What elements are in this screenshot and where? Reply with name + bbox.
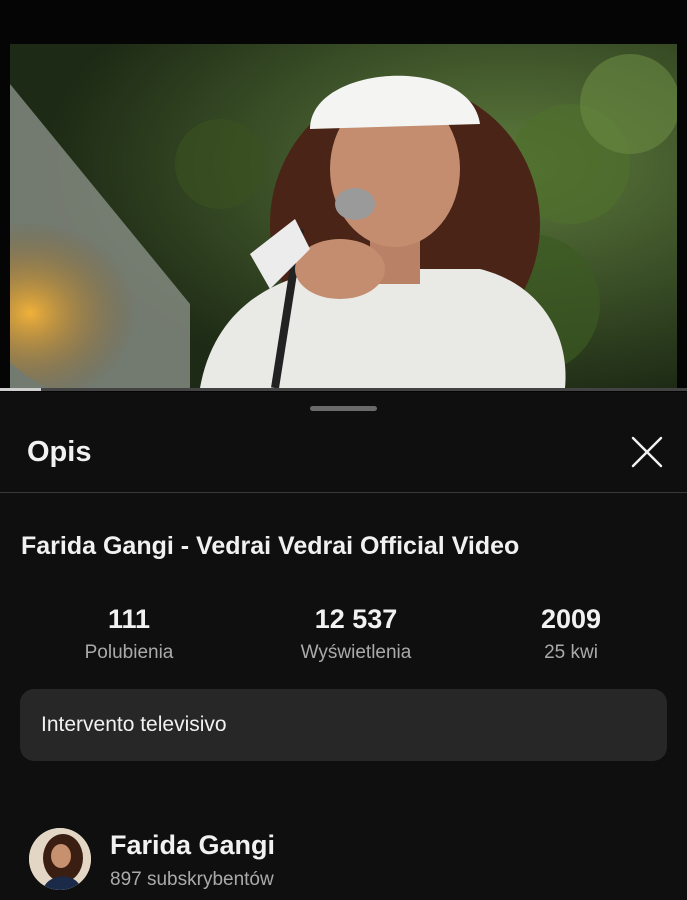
description-sheet: Opis Farida Gangi - Vedrai Vedrai Offici… [0,392,687,900]
stat-views: 12 537 Wyświetlenia [256,604,456,664]
likes-label: Polubienia [84,642,174,663]
video-progress-fill [0,388,42,391]
sheet-header: Opis [0,422,687,493]
channel-subscribers: 897 subskrybentów [110,869,274,890]
avatar[interactable] [29,828,91,890]
description-box[interactable]: Intervento televisivo [20,689,667,761]
video-thumbnail[interactable] [10,44,677,388]
upload-date: 25 kwi [544,642,598,663]
close-icon [631,436,663,468]
stat-likes: 111 Polubienia [29,604,229,664]
views-count: 12 537 [314,604,398,634]
stat-date: 2009 25 kwi [471,604,671,664]
channel-row[interactable]: Farida Gangi 897 subskrybentów [0,824,687,900]
video-title: Farida Gangi - Vedrai Vedrai Official Vi… [21,532,520,560]
upload-year: 2009 [540,604,602,634]
close-button[interactable] [622,427,672,477]
views-label: Wyświetlenia [300,642,412,663]
sheet-drag-handle[interactable] [310,406,377,411]
app-screen: Opis Farida Gangi - Vedrai Vedrai Offici… [0,0,687,900]
video-player[interactable] [0,0,687,392]
channel-name[interactable]: Farida Gangi [110,830,275,861]
video-stats: 111 Polubienia 12 537 Wyświetlenia 2009 … [0,604,687,674]
video-progress-bar[interactable] [0,388,687,391]
likes-count: 111 [107,604,151,634]
sheet-title: Opis [27,436,92,468]
description-text: Intervento televisivo [41,713,227,736]
